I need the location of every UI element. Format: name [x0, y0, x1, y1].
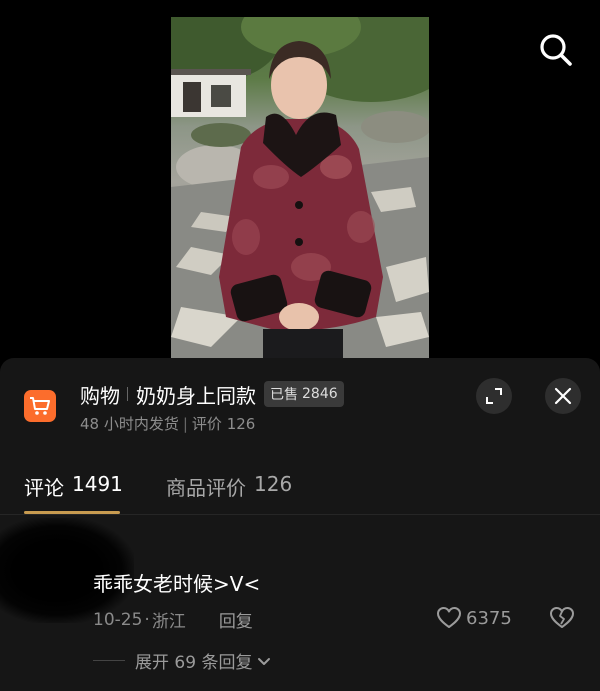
broken-heart-icon: [550, 607, 574, 628]
comment-text: 乖乖女老时候>V<: [93, 572, 261, 596]
like-count: 6375: [466, 607, 512, 629]
video-area[interactable]: [0, 0, 600, 360]
tab-comments-count: 1491: [72, 472, 123, 496]
tab-product-reviews[interactable]: 商品评价 126: [166, 472, 292, 501]
tab-reviews-count: 126: [254, 472, 293, 496]
shop-cart-badge: [24, 390, 56, 422]
expand-button[interactable]: [476, 378, 512, 414]
expand-replies-label: 展开 69 条回复: [135, 653, 253, 673]
reply-button[interactable]: 回复: [219, 607, 253, 632]
expand-icon: [486, 388, 502, 404]
comment-meta: 10-25 · 浙江 回复: [93, 607, 253, 633]
tab-reviews-label: 商品评价: [166, 476, 246, 500]
shop-subtitle: 48 小时内发货 | 评价 126: [80, 413, 255, 434]
search-icon: [540, 34, 572, 66]
chevron-down-icon: [258, 657, 271, 665]
sold-label: 已售: [270, 387, 298, 403]
comment-date: 10-25: [93, 609, 143, 630]
tab-comments[interactable]: 评论 1491: [24, 472, 123, 501]
tabs-divider: [0, 514, 600, 515]
meta-dot: ·: [144, 609, 150, 630]
product-name: 奶奶身上同款: [136, 383, 256, 408]
comment-sheet: 购物 奶奶身上同款 已售 2846 48 小时内发货 | 评价 126 评论 1…: [0, 358, 600, 691]
sold-badge: 已售 2846: [264, 381, 344, 407]
shipping-info: 48 小时内发货: [80, 415, 179, 433]
comment-tabs: 评论 1491 商品评价 126: [0, 458, 600, 514]
shop-title-row: 购物 奶奶身上同款 已售 2846: [80, 379, 344, 409]
tab-comments-label: 评论: [24, 476, 64, 500]
subtitle-separator: |: [182, 414, 188, 433]
comment-item[interactable]: 乖乖女老时候>V< 10-25 · 浙江 回复 6375 展开 69 条回复: [0, 518, 600, 691]
shop-tag: 购物: [80, 383, 120, 408]
dislike-button[interactable]: [549, 606, 575, 634]
video-scene-image: [171, 17, 429, 360]
shopping-cart-icon: [30, 397, 50, 415]
comment-location: 浙江: [151, 612, 186, 632]
expand-replies-button[interactable]: 展开 69 条回复: [93, 648, 272, 673]
title-separator: [127, 387, 128, 401]
video-frame[interactable]: [171, 17, 429, 360]
review-info: 评价 126: [191, 415, 256, 433]
expand-dash: [93, 660, 125, 661]
search-button[interactable]: [536, 30, 576, 70]
shop-card[interactable]: 购物 奶奶身上同款 已售 2846 48 小时内发货 | 评价 126: [0, 358, 600, 442]
like-button[interactable]: 6375: [436, 606, 512, 630]
heart-icon: [437, 607, 461, 628]
close-button[interactable]: [545, 378, 581, 414]
close-icon: [554, 387, 572, 405]
sold-count: 2846: [302, 386, 338, 402]
